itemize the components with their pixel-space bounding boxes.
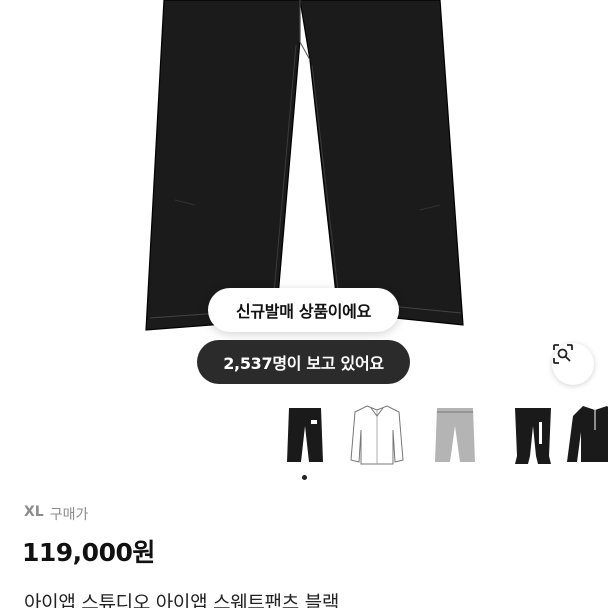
thumbnail-black-jogger[interactable] bbox=[505, 400, 561, 472]
thumbnail-black-sweatpants[interactable] bbox=[277, 400, 333, 472]
size-price-type: XL 구매가 bbox=[24, 504, 88, 524]
page-dot bbox=[302, 475, 307, 480]
size-label: XL bbox=[24, 504, 44, 520]
lens-search-button[interactable] bbox=[552, 343, 594, 385]
thumbnail-grey-sweatpants[interactable] bbox=[427, 400, 483, 472]
page-indicator bbox=[302, 475, 308, 481]
thumbnail-black-halfzip[interactable] bbox=[567, 400, 608, 472]
product-price: 119,000원 bbox=[22, 538, 155, 567]
new-release-badge: 신규발매 상품이에요 bbox=[208, 288, 399, 332]
viewer-count-badge: 2,537명이 보고 있어요 bbox=[197, 340, 410, 384]
product-image-pants bbox=[145, 0, 464, 331]
product-image-area[interactable]: 신규발매 상품이에요 2,537명이 보고 있어요 bbox=[0, 0, 608, 395]
thumbnail-strip[interactable] bbox=[277, 400, 608, 472]
thumbnail-white-shirt[interactable] bbox=[349, 400, 405, 472]
price-type-label: 구매가 bbox=[49, 507, 89, 523]
lens-search-icon bbox=[553, 344, 573, 364]
product-title[interactable]: 아이앱 스튜디오 아이앱 스웨트팬츠 블랙 bbox=[24, 588, 339, 608]
